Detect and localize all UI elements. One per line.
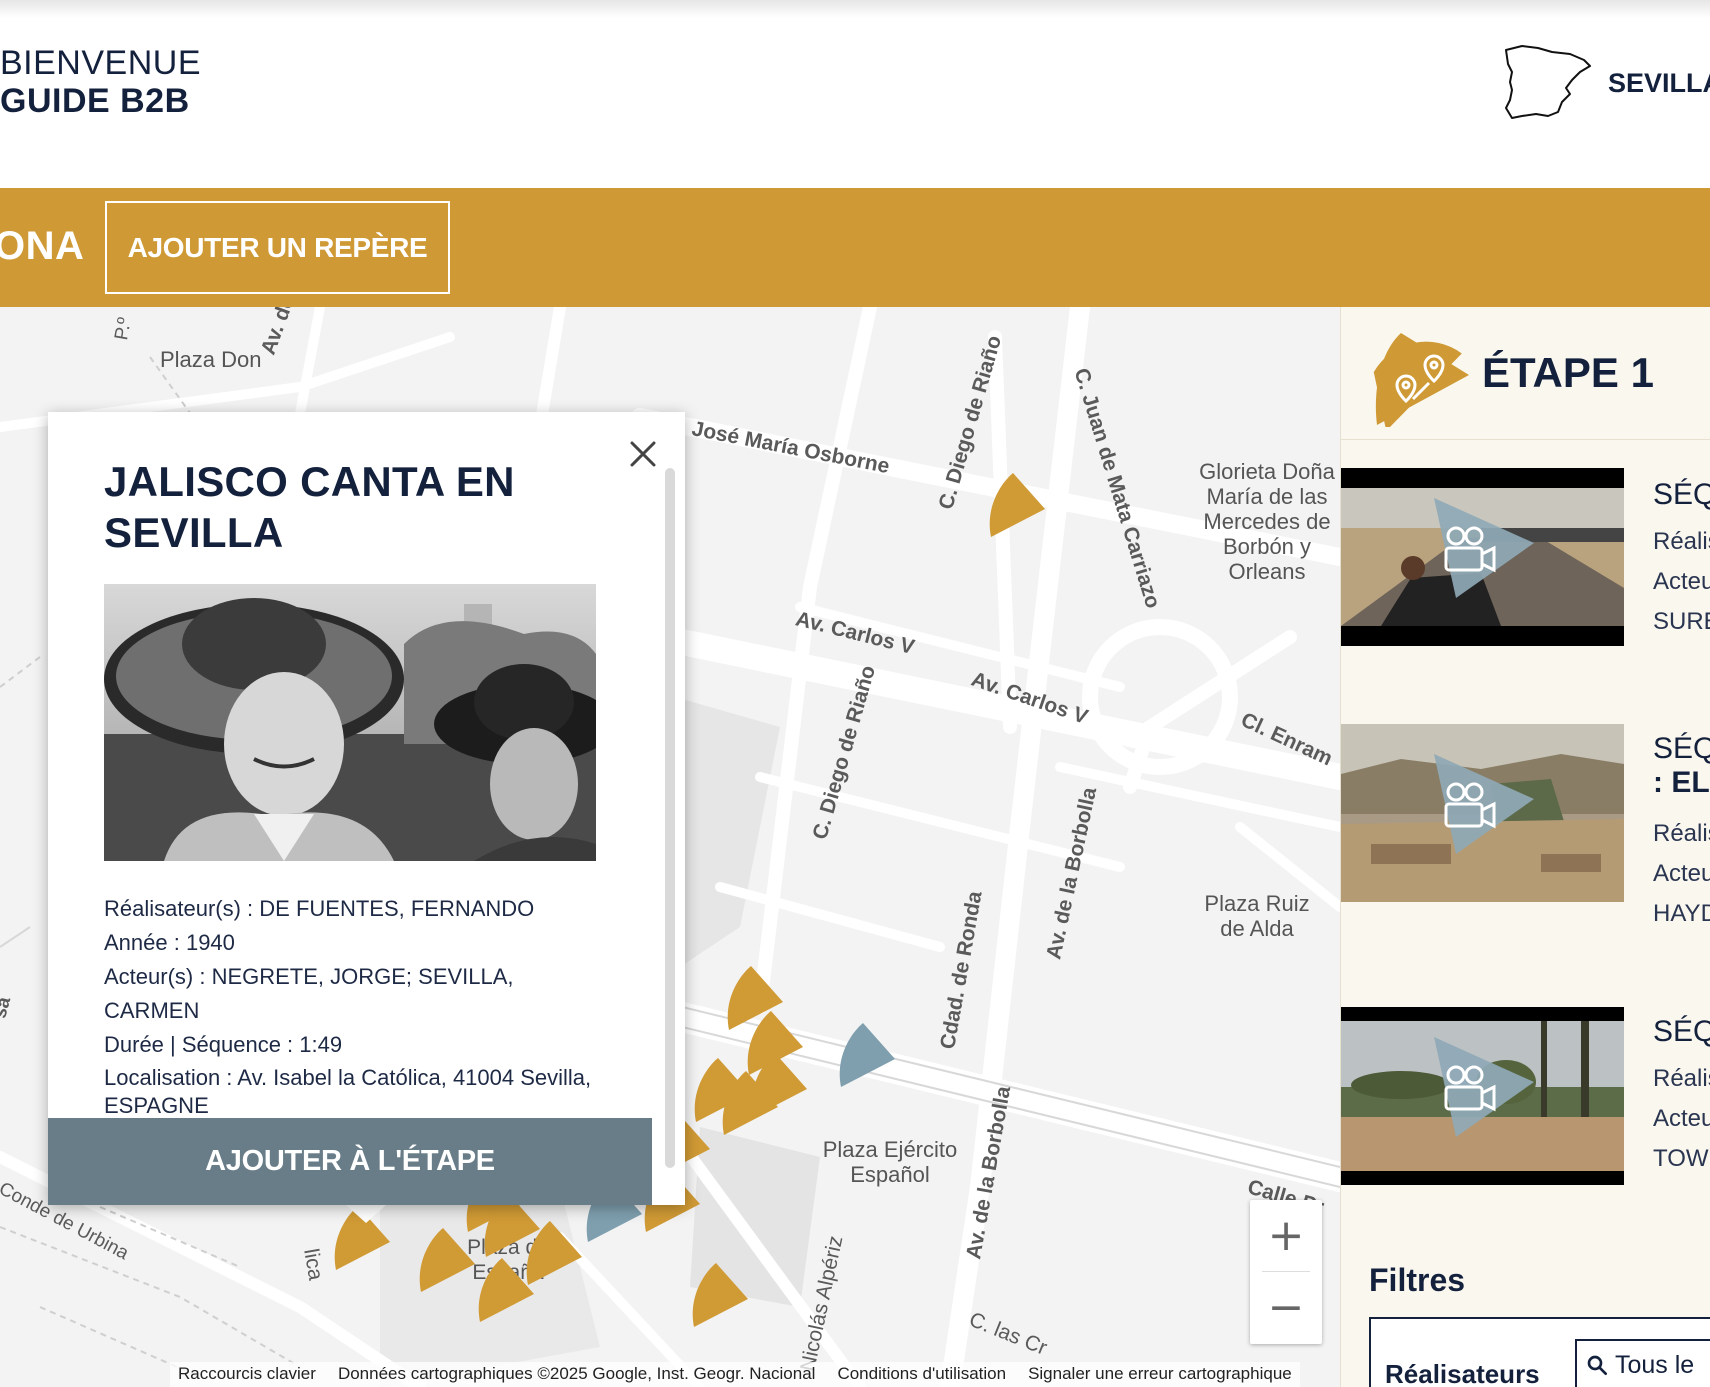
route-pins-icon xyxy=(1373,333,1469,427)
film-location: Localisation : Av. Isabel la Católica, 4… xyxy=(104,1065,592,1118)
map-place-label: Plaza Don xyxy=(160,347,262,372)
sequence-subtitle: : EL xyxy=(1653,766,1710,799)
film-duration: Durée | Séquence : 1:49 xyxy=(104,1032,343,1057)
map-street-label: lica xyxy=(299,1246,328,1282)
map-place-label: Glorieta Doña María de las Mercedes de B… xyxy=(1199,459,1335,584)
filters-heading: Filtres xyxy=(1369,1262,1466,1298)
sequence-actors: Acteu xyxy=(1653,860,1710,887)
city-selector[interactable]: SEVILLA xyxy=(1500,42,1710,124)
film-year: Année : 1940 xyxy=(104,930,235,955)
sequence-title: SÉQ xyxy=(1653,732,1710,765)
film-popup: JALISCO CANTA EN SEVILLA Réalisateur(s) … xyxy=(48,412,685,1205)
popup-scrollbar[interactable] xyxy=(665,468,675,1168)
sequence-card[interactable]: SÉQ : EL Réalis Acteu HAYD xyxy=(1341,724,1710,927)
sequence-card[interactable]: SÉQ Réalis Acteu SURE xyxy=(1341,468,1710,646)
sequence-title: SÉQ xyxy=(1653,1015,1710,1048)
filters-box: Réalisateurs xyxy=(1369,1317,1710,1387)
sequence-actors: Acteu xyxy=(1653,1105,1710,1132)
city-name: SEVILLA xyxy=(1608,67,1710,98)
map-place-label: Plaza Ejército Español xyxy=(822,1137,958,1187)
video-camera-icon xyxy=(1434,1037,1534,1137)
sequence-extra: SURE xyxy=(1653,608,1710,635)
film-still-image xyxy=(104,584,596,861)
popup-pointer xyxy=(346,1205,386,1223)
site-header: BIENVENUE GUIDE B2B SEVILLA xyxy=(0,0,1710,188)
sequence-card[interactable]: SÉQ Réalis Acteu TOW xyxy=(1341,1007,1710,1185)
step-panel: ÉTAPE 1 SÉQ Réalis xyxy=(1340,307,1710,1387)
map-place-label: Plaza Ruiz de Alda xyxy=(1204,891,1310,941)
keyboard-shortcuts-link[interactable]: Raccourcis clavier xyxy=(178,1364,316,1385)
film-title: JALISCO CANTA EN SEVILLA xyxy=(104,456,574,558)
sequence-actors: Acteu xyxy=(1653,568,1710,595)
welcome-line: BIENVENUE xyxy=(0,44,201,82)
director-search-input[interactable] xyxy=(1615,1350,1710,1380)
video-camera-icon xyxy=(1434,754,1534,854)
zoom-out-button[interactable]: − xyxy=(1250,1272,1322,1344)
sequence-thumbnail[interactable] xyxy=(1341,1007,1624,1185)
film-actors: Acteur(s) : NEGRETE, JORGE; SEVILLA, CAR… xyxy=(104,964,514,1023)
video-camera-icon xyxy=(1434,498,1534,598)
report-error-link[interactable]: Signaler une erreur cartographique xyxy=(1028,1364,1292,1385)
sequence-title: SÉQ xyxy=(1653,478,1710,511)
zoom-divider xyxy=(1262,1271,1310,1272)
route-toolbar: ONA AJOUTER UN REPÈRE xyxy=(0,188,1710,307)
add-to-step-button[interactable]: AJOUTER À L'ÉTAPE xyxy=(48,1118,652,1205)
map-data-credit: Données cartographiques ©2025 Google, In… xyxy=(337,1364,816,1383)
map-place-label: Plaza de España xyxy=(467,1236,549,1284)
step-title: ÉTAPE 1 xyxy=(1482,349,1654,396)
step-header: ÉTAPE 1 xyxy=(1341,307,1710,440)
film-title-line: SEVILLA xyxy=(104,509,284,556)
close-icon[interactable] xyxy=(627,438,659,470)
film-details: Réalisateur(s) : DE FUENTES, FERNANDO An… xyxy=(104,892,614,1120)
zoom-in-button[interactable]: + xyxy=(1250,1200,1322,1272)
sequence-director: Réalis xyxy=(1653,820,1710,847)
sequence-thumbnail[interactable] xyxy=(1341,468,1624,646)
sequence-thumbnail[interactable] xyxy=(1341,724,1624,902)
sequence-director: Réalis xyxy=(1653,528,1710,555)
spain-map-icon xyxy=(1505,45,1591,119)
film-directors: Réalisateur(s) : DE FUENTES, FERNANDO xyxy=(104,896,535,921)
zoom-control: + − xyxy=(1250,1200,1322,1344)
sequence-director: Réalis xyxy=(1653,1065,1710,1092)
film-title-line: JALISCO CANTA EN xyxy=(104,458,515,505)
welcome-logo[interactable]: BIENVENUE GUIDE B2B xyxy=(0,44,201,120)
search-icon xyxy=(1587,1355,1607,1375)
filter-label-directors: Réalisateurs xyxy=(1385,1359,1540,1387)
add-marker-button[interactable]: AJOUTER UN REPÈRE xyxy=(105,201,450,294)
map-street-label: P.º xyxy=(111,315,136,342)
sequence-extra: HAYD xyxy=(1653,900,1710,927)
director-filter-search[interactable] xyxy=(1575,1339,1710,1387)
terms-link[interactable]: Conditions d'utilisation xyxy=(837,1364,1006,1385)
guide-title: GUIDE B2B xyxy=(0,82,190,120)
map-attribution: Raccourcis clavier Données cartographiqu… xyxy=(170,1362,1300,1387)
route-title: ONA xyxy=(0,224,85,268)
sequence-extra: TOW xyxy=(1653,1145,1709,1172)
